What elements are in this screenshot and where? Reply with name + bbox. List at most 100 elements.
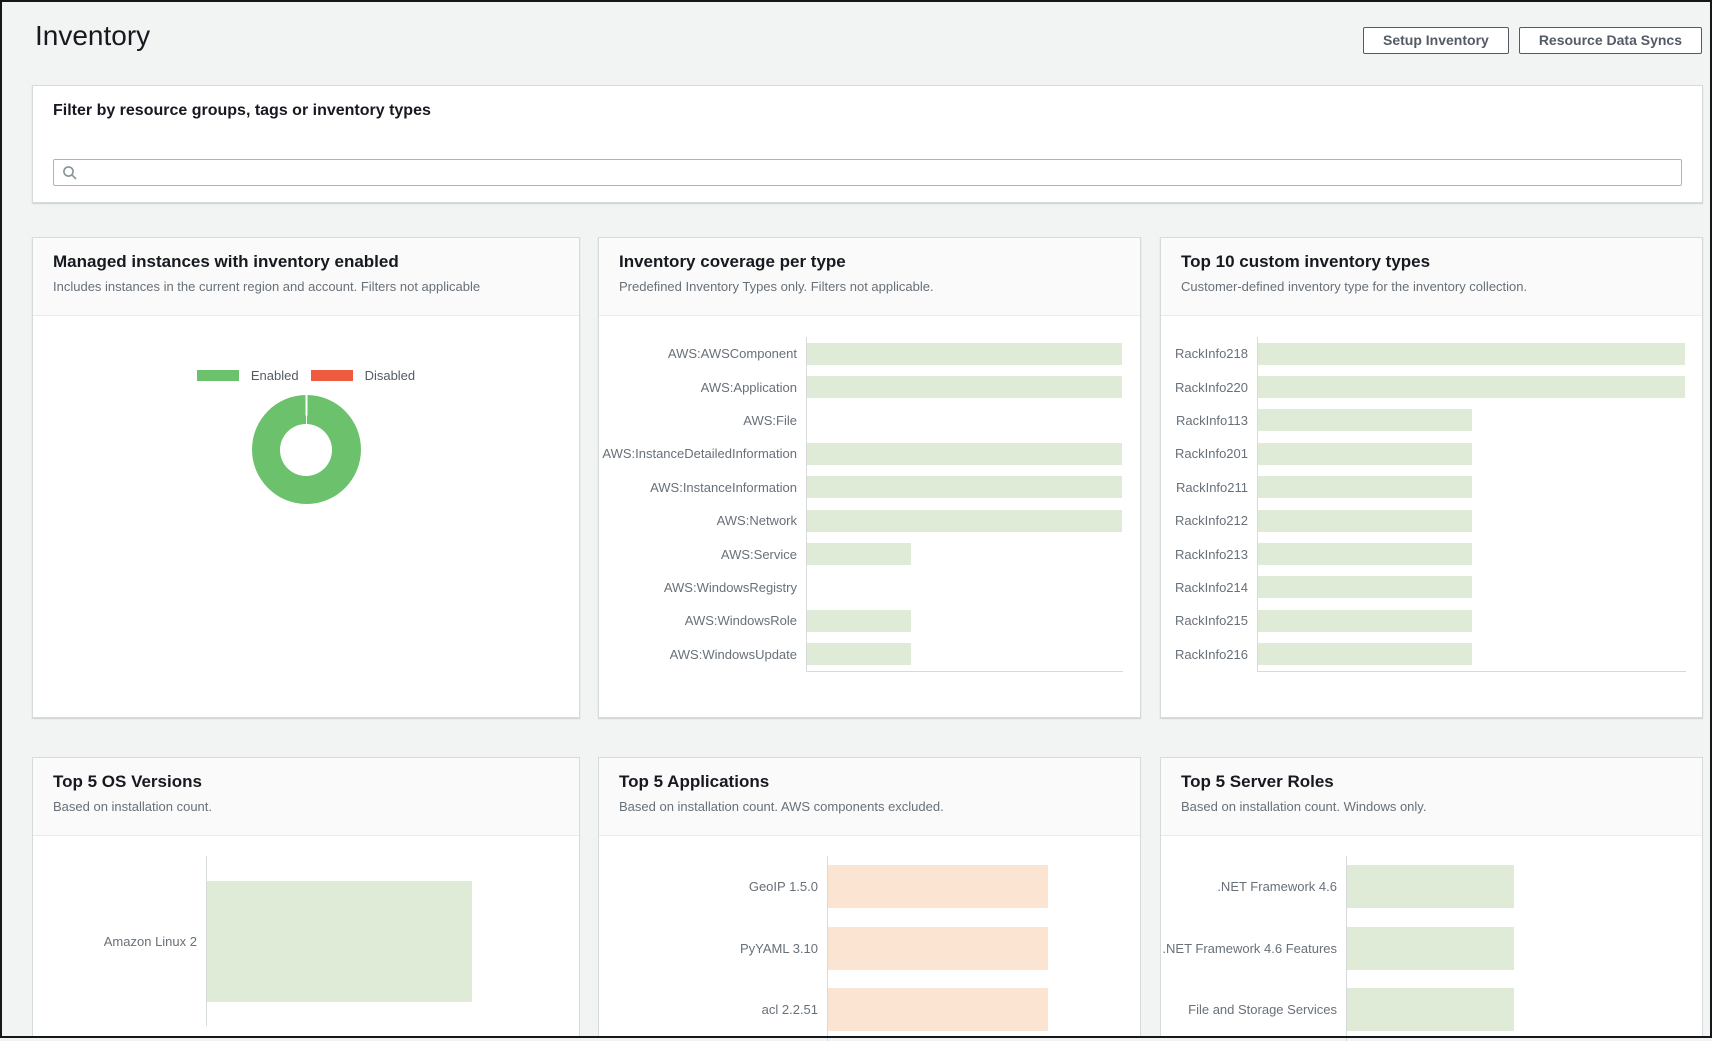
chart-bar[interactable]	[807, 510, 1122, 532]
chart-row: Amazon Linux 2	[33, 856, 579, 1026]
chart-bar[interactable]	[828, 927, 1048, 970]
chart-bar[interactable]	[828, 865, 1048, 908]
chart-plot-area	[1257, 337, 1685, 370]
filter-search	[53, 159, 1682, 186]
chart-category-label[interactable]: RackInfo201	[1161, 446, 1257, 461]
chart-row: AWS:WindowsRegistry	[599, 571, 1140, 604]
card-top-applications: Top 5 Applications Based on installation…	[598, 757, 1141, 1038]
chart-category-label[interactable]: File and Storage Services	[1161, 1002, 1346, 1017]
chart-category-label[interactable]: AWS:WindowsRole	[599, 613, 806, 628]
chart-plot-area	[806, 370, 1122, 403]
card-custom-inventory-types: Top 10 custom inventory types Customer-d…	[1160, 237, 1703, 718]
chart-bar[interactable]	[828, 988, 1048, 1031]
card-subtitle: Customer-defined inventory type for the …	[1181, 279, 1682, 295]
chart-bar[interactable]	[1347, 927, 1514, 970]
card-title: Top 10 custom inventory types	[1181, 251, 1682, 274]
chart-category-label[interactable]: RackInfo211	[1161, 480, 1257, 495]
chart-plot-area	[1346, 918, 1514, 980]
page-title: Inventory	[35, 20, 150, 52]
card-subtitle: Based on installation count. Windows onl…	[1181, 799, 1682, 815]
chart-bar[interactable]	[1258, 643, 1472, 665]
chart-bar[interactable]	[1258, 510, 1472, 532]
chart-bar[interactable]	[1258, 343, 1685, 365]
chart-category-label[interactable]: PyYAML 3.10	[599, 941, 827, 956]
chart-category-label[interactable]: RackInfo113	[1161, 413, 1257, 428]
chart-category-label[interactable]: GeoIP 1.5.0	[599, 879, 827, 894]
chart-bar[interactable]	[807, 443, 1122, 465]
chart-category-label[interactable]: RackInfo218	[1161, 346, 1257, 361]
chart-category-label[interactable]: AWS:File	[599, 413, 806, 428]
chart-plot-area	[806, 437, 1122, 470]
chart-category-label[interactable]: AWS:WindowsUpdate	[599, 647, 806, 662]
chart-bar[interactable]	[1258, 443, 1472, 465]
chart-plot-area	[1257, 471, 1685, 504]
chart-plot-area	[1346, 856, 1514, 918]
setup-inventory-button[interactable]: Setup Inventory	[1363, 27, 1509, 54]
card-header: Top 5 Applications Based on installation…	[599, 758, 1140, 836]
chart-row: RackInfo215	[1161, 604, 1702, 637]
chart-category-label[interactable]: AWS:Application	[599, 380, 806, 395]
filter-search-input[interactable]	[53, 159, 1682, 186]
chart-category-label[interactable]: RackInfo215	[1161, 613, 1257, 628]
applications-bar-chart: GeoIP 1.5.0 PyYAML 3.10 acl 2.2.51	[599, 856, 1140, 1041]
resource-data-syncs-button[interactable]: Resource Data Syncs	[1519, 27, 1702, 54]
chart-row: GeoIP 1.5.0	[599, 856, 1140, 918]
chart-bar[interactable]	[1258, 543, 1472, 565]
chart-category-label[interactable]: AWS:WindowsRegistry	[599, 580, 806, 595]
chart-bar[interactable]	[1258, 610, 1472, 632]
chart-category-label[interactable]: RackInfo216	[1161, 647, 1257, 662]
chart-row: acl 2.2.51	[599, 979, 1140, 1041]
chart-category-label[interactable]: AWS:InstanceDetailedInformation	[599, 446, 806, 461]
chart-category-label[interactable]: AWS:InstanceInformation	[599, 480, 806, 495]
chart-bar[interactable]	[1258, 376, 1685, 398]
chart-plot-area	[1257, 604, 1685, 637]
chart-row: RackInfo218	[1161, 337, 1702, 370]
chart-category-label[interactable]: AWS:Network	[599, 513, 806, 528]
chart-category-label[interactable]: .NET Framework 4.6	[1161, 879, 1346, 894]
chart-row: AWS:Service	[599, 537, 1140, 570]
chart-plot-area	[1257, 571, 1685, 604]
chart-plot-area	[827, 979, 1048, 1041]
chart-category-label[interactable]: RackInfo214	[1161, 580, 1257, 595]
chart-plot-area	[1257, 638, 1685, 671]
chart-bar[interactable]	[807, 610, 911, 632]
chart-category-label[interactable]: acl 2.2.51	[599, 1002, 827, 1017]
filter-card: Filter by resource groups, tags or inven…	[32, 85, 1703, 203]
custom-types-bar-chart: RackInfo218 RackInfo220 RackInfo113 RackInf…	[1161, 337, 1702, 672]
enabled-legend-swatch	[197, 370, 239, 381]
chart-bar[interactable]	[1258, 576, 1472, 598]
filter-title: Filter by resource groups, tags or inven…	[33, 86, 1702, 120]
chart-bar[interactable]	[1258, 476, 1472, 498]
chart-row: AWS:AWSComponent	[599, 337, 1140, 370]
chart-bar[interactable]	[1258, 409, 1472, 431]
chart-category-label[interactable]: Amazon Linux 2	[33, 934, 206, 949]
search-icon	[62, 165, 78, 181]
chart-bar[interactable]	[807, 343, 1122, 365]
chart-row: RackInfo211	[1161, 471, 1702, 504]
enabled-legend-label: Enabled	[251, 368, 299, 383]
chart-plot-area	[1257, 504, 1685, 537]
chart-row: AWS:Application	[599, 370, 1140, 403]
card-title: Top 5 Applications	[619, 771, 1120, 794]
chart-plot-area	[806, 404, 1122, 437]
chart-category-label[interactable]: AWS:Service	[599, 547, 806, 562]
chart-plot-area	[806, 604, 1122, 637]
chart-bar[interactable]	[807, 543, 911, 565]
chart-category-label[interactable]: RackInfo213	[1161, 547, 1257, 562]
chart-row: AWS:WindowsUpdate	[599, 638, 1140, 671]
card-title: Managed instances with inventory enabled	[53, 251, 559, 274]
chart-bar[interactable]	[807, 643, 911, 665]
chart-category-label[interactable]: AWS:AWSComponent	[599, 346, 806, 361]
chart-bar[interactable]	[207, 881, 472, 1002]
chart-bar[interactable]	[1347, 865, 1514, 908]
chart-category-label[interactable]: RackInfo220	[1161, 380, 1257, 395]
chart-category-label[interactable]: .NET Framework 4.6 Features	[1161, 941, 1346, 956]
chart-plot-area	[206, 856, 472, 1026]
chart-bar[interactable]	[1347, 988, 1514, 1031]
chart-plot-area	[1346, 979, 1514, 1041]
chart-bar[interactable]	[807, 476, 1122, 498]
chart-category-label[interactable]: RackInfo212	[1161, 513, 1257, 528]
chart-row: RackInfo113	[1161, 404, 1702, 437]
chart-row: RackInfo220	[1161, 370, 1702, 403]
chart-bar[interactable]	[807, 376, 1122, 398]
